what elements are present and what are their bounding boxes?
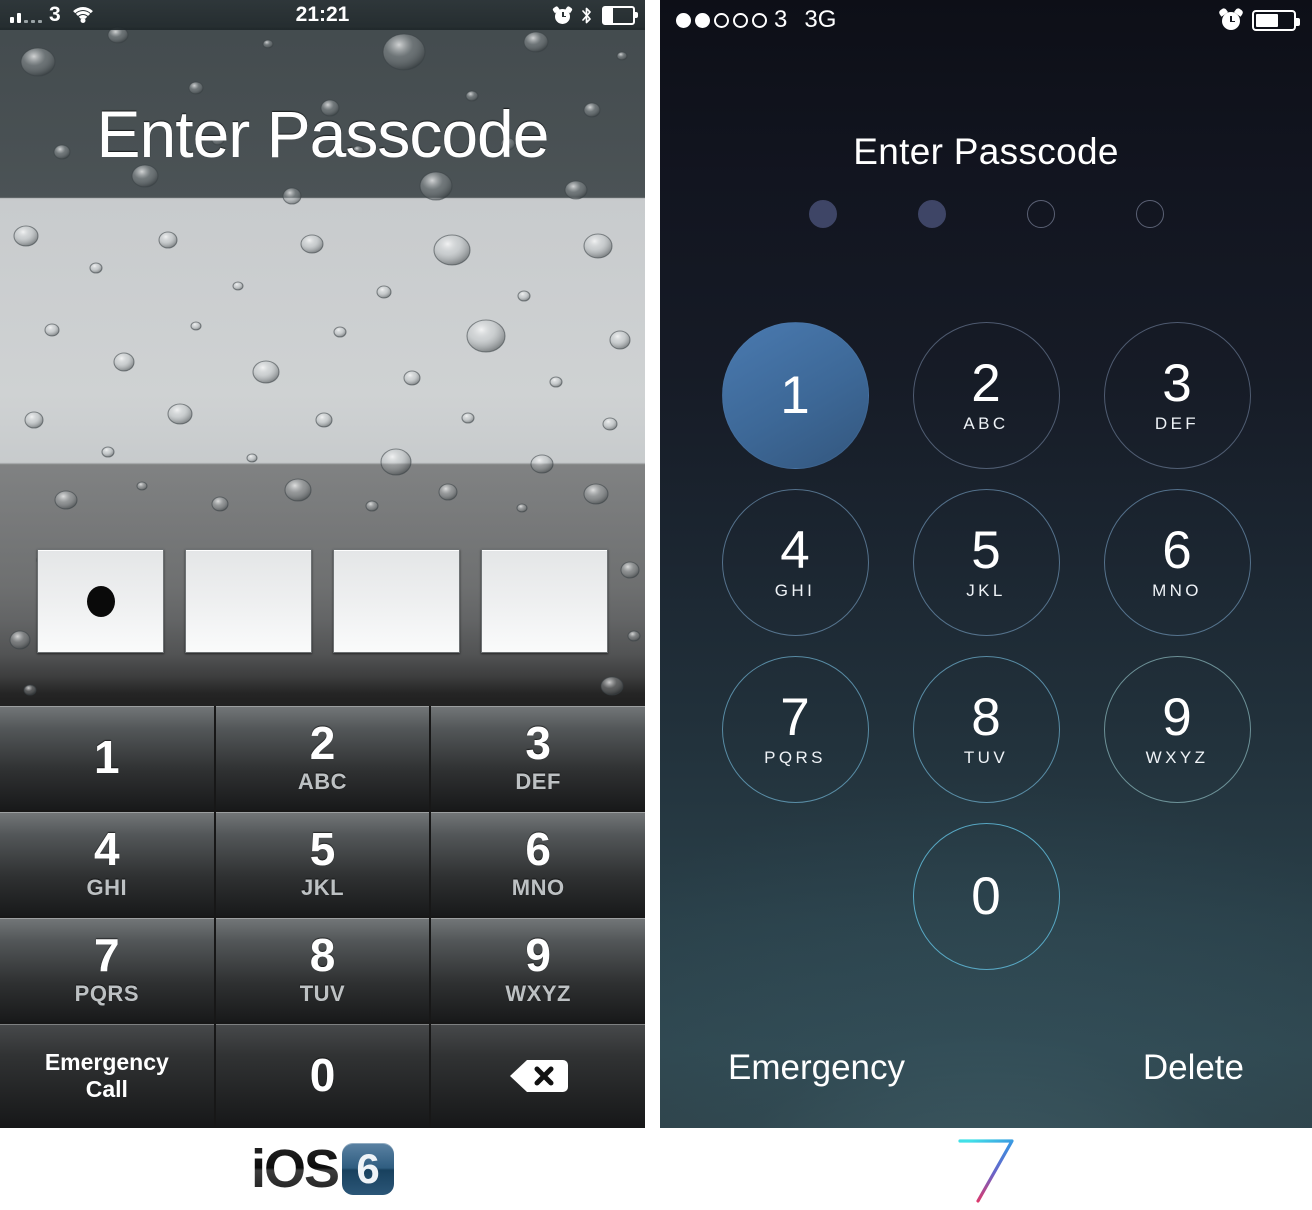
key-letters: WXYZ (505, 980, 571, 1006)
key-0[interactable]: 0 (912, 823, 1060, 970)
key-number: 0 (971, 867, 1001, 926)
key-number: 8 (971, 688, 1001, 747)
key-5[interactable]: 5 JKL (215, 812, 430, 916)
key-number: 2 (309, 717, 336, 770)
ios6-logo: iOS 6 (250, 1138, 395, 1200)
key-letters: ABC (297, 768, 348, 794)
key-letters: TUV (299, 980, 346, 1006)
key-number: 9 (1162, 688, 1192, 747)
key-number: 5 (971, 521, 1001, 580)
ios7-lockscreen: 3 3G Enter Passcode 1 2 ABC 3 DEF 4 GHI … (660, 0, 1312, 1128)
key-letters: JKL (966, 581, 1006, 600)
ios6-keypad: 1 2 ABC 3 DEF 4 GHI 5 JKL 6 MNO 7 PQRS 8… (0, 706, 645, 1128)
passcode-box (333, 549, 460, 653)
key-5[interactable]: 5 JKL (912, 489, 1060, 636)
key-number: 1 (780, 366, 810, 425)
passcode-field[interactable] (660, 200, 1312, 228)
ios6-logo-area: iOS 6 (0, 1128, 645, 1210)
ios-wordmark: iOS (250, 1139, 340, 1199)
key-number: 7 (94, 929, 120, 982)
passcode-dot (808, 200, 837, 228)
key-letters: DEF (515, 768, 561, 794)
key-1[interactable]: 1 (721, 322, 869, 469)
ios7-logo (958, 1139, 1014, 1203)
passcode-field[interactable] (0, 549, 645, 653)
alarm-clock-icon (552, 5, 573, 24)
alarm-clock-icon (1218, 7, 1244, 31)
key-number: 9 (525, 929, 551, 982)
passcode-box (37, 549, 164, 653)
ios7-status-bar: 3 3G (660, 0, 1312, 40)
ios6-status-bar: 3 21:21 (0, 0, 645, 30)
key-4[interactable]: 4 GHI (721, 489, 869, 636)
key-number: 3 (1162, 354, 1192, 413)
key-number: 4 (780, 521, 810, 580)
key-number: 8 (309, 929, 336, 982)
key-2[interactable]: 2 ABC (912, 322, 1060, 469)
key-3[interactable]: 3 DEF (431, 706, 645, 810)
key-number: 3 (525, 717, 551, 770)
comparison-screenshot: 3 21:21 Enter Passcode 1 2 ABC 3 DEF 4 G… (0, 0, 1312, 1210)
key-letters: GHI (86, 874, 128, 900)
emergency-call-line2: Call (85, 1076, 128, 1102)
delete-button[interactable]: Delete (1143, 1048, 1244, 1088)
passcode-dot (86, 585, 115, 617)
backspace-icon (507, 1056, 569, 1096)
key-letters: WXYZ (1145, 748, 1209, 767)
ios-version-badge: 6 (342, 1143, 395, 1195)
ios7-logo-area (660, 1128, 1312, 1210)
emergency-button[interactable]: Emergency (728, 1048, 905, 1088)
key-number: 6 (525, 823, 551, 876)
ios6-lockscreen: 3 21:21 Enter Passcode 1 2 ABC 3 DEF 4 G… (0, 0, 645, 1128)
ios7-keypad: 1 2 ABC 3 DEF 4 GHI 5 JKL 6 MNO 7 PQRS 8… (660, 322, 1312, 990)
clock-time: 21:21 (295, 3, 350, 26)
key-8[interactable]: 8 TUV (215, 918, 430, 1022)
key-letters: DEF (1154, 414, 1200, 433)
key-9[interactable]: 9 WXYZ (1103, 656, 1251, 803)
key-number: 4 (94, 823, 120, 876)
battery-icon (1252, 9, 1300, 31)
key-number: 7 (780, 688, 810, 747)
network-type-label: 3G (804, 6, 837, 33)
signal-dots-icon (676, 12, 767, 28)
key-letters: TUV (963, 748, 1009, 767)
passcode-box (185, 549, 312, 653)
key-number: 6 (1162, 521, 1192, 580)
key-letters: ABC (963, 414, 1009, 433)
key-letters: PQRS (764, 748, 826, 767)
key-letters: GHI (774, 581, 816, 600)
emergency-call-button[interactable]: Emergency Call (0, 1024, 214, 1128)
page-title: Enter Passcode (853, 131, 1119, 172)
key-number: 1 (94, 731, 120, 784)
key-letters: MNO (511, 874, 565, 900)
key-3[interactable]: 3 DEF (1103, 322, 1251, 469)
key-letters: MNO (1152, 581, 1202, 600)
key-2[interactable]: 2 ABC (215, 706, 430, 810)
key-letters: JKL (300, 874, 345, 900)
page-title: Enter Passcode (96, 97, 550, 171)
battery-icon (602, 5, 638, 25)
key-number: 2 (971, 354, 1001, 413)
key-6[interactable]: 6 MNO (1103, 489, 1251, 636)
key-9[interactable]: 9 WXYZ (431, 918, 645, 1022)
key-1[interactable]: 1 (0, 706, 214, 810)
key-7[interactable]: 7 PQRS (721, 656, 869, 803)
carrier-label: 3 (774, 6, 788, 33)
key-4[interactable]: 4 GHI (0, 812, 214, 916)
emergency-call-line1: Emergency (44, 1048, 169, 1075)
ios7-action-row: Emergency Delete (660, 1048, 1312, 1088)
key-number: 5 (309, 823, 336, 876)
passcode-dot (917, 200, 946, 228)
backspace-button[interactable] (431, 1024, 645, 1128)
bluetooth-icon (580, 6, 593, 25)
passcode-dot (1135, 200, 1164, 228)
key-number: 0 (309, 1049, 336, 1102)
key-6[interactable]: 6 MNO (431, 812, 645, 916)
key-8[interactable]: 8 TUV (912, 656, 1060, 803)
passcode-dot (1026, 200, 1055, 228)
key-letters: PQRS (74, 980, 139, 1006)
passcode-box (481, 549, 608, 653)
key-7[interactable]: 7 PQRS (0, 918, 214, 1022)
key-0[interactable]: 0 (215, 1024, 430, 1128)
